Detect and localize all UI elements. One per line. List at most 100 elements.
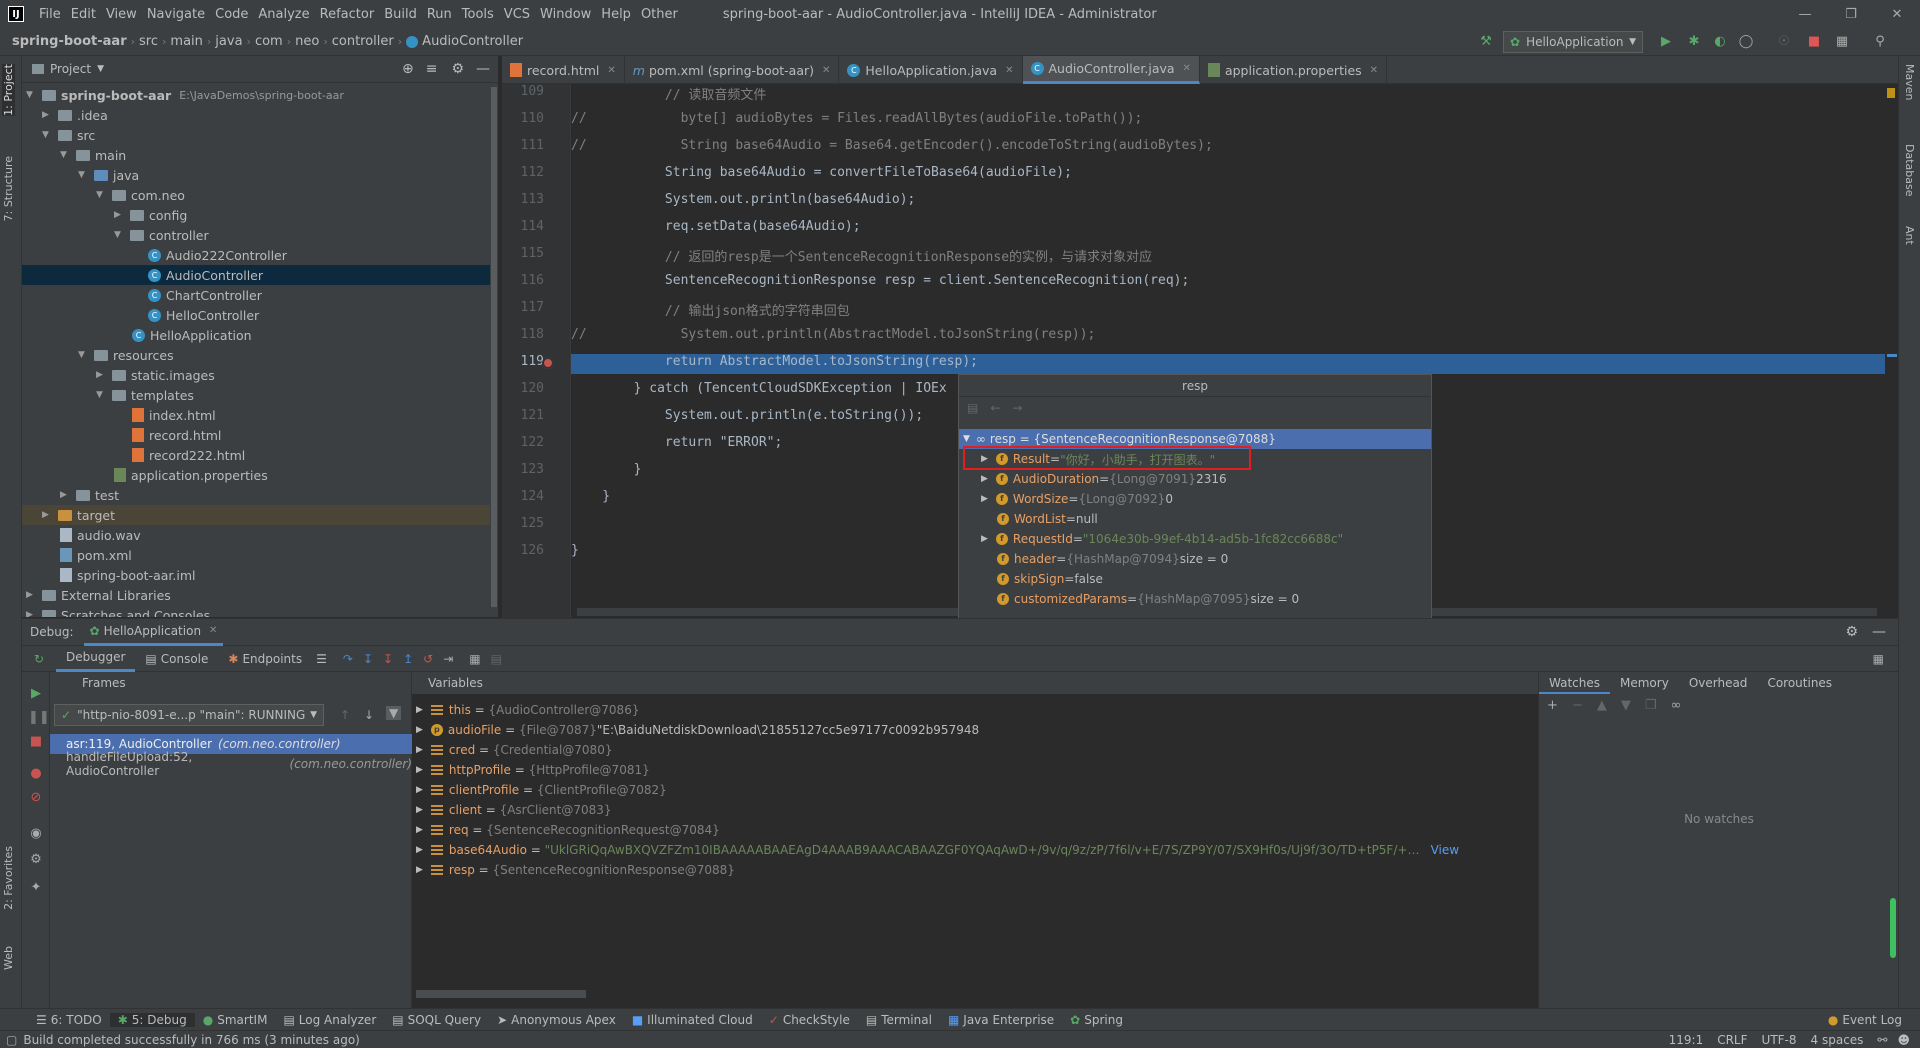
breadcrumb-com[interactable]: com [251, 34, 287, 49]
indent-setting[interactable]: 4 spaces [1811, 1033, 1864, 1047]
tree-item-resources[interactable]: ▼ resources [78, 345, 174, 365]
run-icon[interactable]: ▶ [1658, 33, 1674, 49]
popup-field-header[interactable]: f header = {HashMap@7094} size = 0 [959, 549, 1431, 569]
expand-arrow-icon[interactable]: ▶ [981, 494, 988, 504]
expand-arrow-icon[interactable]: ▶ [42, 110, 52, 120]
menu-view[interactable]: View [101, 7, 142, 22]
expand-arrow-icon[interactable]: ▶ [42, 510, 52, 520]
tab-structure-tool[interactable]: 7: Structure [2, 156, 15, 221]
popup-field-customizedparams[interactable]: f customizedParams = {HashMap@7095} size … [959, 589, 1431, 609]
tab-record-html[interactable]: record.html ✕ [502, 56, 625, 84]
close-tab-icon[interactable]: ✕ [822, 65, 830, 76]
breadcrumb-project[interactable]: spring-boot-aar [0, 34, 131, 49]
tree-item-target[interactable]: ▶ target [22, 505, 498, 525]
tab-database-tool[interactable]: Database [1903, 144, 1916, 197]
expand-arrow-icon[interactable]: ▶ [96, 370, 106, 380]
variable-row-base64audio[interactable]: ▶ base64Audio = "UklGRiQqAwBXQVZFZm10IBAA… [416, 840, 1534, 860]
tab-endpoints[interactable]: ✱ Endpoints [218, 646, 312, 672]
expand-arrow-icon[interactable]: ▼ [96, 190, 106, 200]
locate-icon[interactable]: ⊕ [402, 61, 414, 77]
restore-icon[interactable]: ❐ [1828, 0, 1874, 28]
popup-field-wordlist[interactable]: f WordList = null [959, 509, 1431, 529]
tree-item-audiocontroller[interactable]: C AudioController [22, 265, 498, 285]
tool-tab-java-enterprise[interactable]: ▦ Java Enterprise [940, 1013, 1062, 1027]
variable-row-clientprofile[interactable]: ▶ clientProfile = {ClientProfile@7082} [416, 780, 667, 800]
glasses-icon[interactable]: ∞ [1670, 698, 1681, 713]
stop-icon[interactable]: ■ [1806, 33, 1822, 49]
close-tab-icon[interactable]: ✕ [1183, 63, 1191, 74]
variable-row-resp[interactable]: ▶ resp = {SentenceRecognitionResponse@708… [416, 860, 735, 880]
tool-tab-log-analyzer[interactable]: ▤ Log Analyzer [275, 1013, 384, 1027]
status-panel-icon[interactable]: ▢ [6, 1033, 17, 1047]
variable-row-audiofile[interactable]: ▶ p audioFile = {File@7087} "E:\BaiduNetdi… [416, 720, 979, 740]
tree-item-scratches[interactable]: ▶ Scratches and Consoles [26, 605, 210, 617]
menu-analyze[interactable]: Analyze [253, 7, 314, 22]
tool-tab-illuminated-cloud[interactable]: ■ Illuminated Cloud [624, 1013, 761, 1027]
run-configuration-select[interactable]: ✿ HelloApplication ▼ [1503, 31, 1643, 53]
variable-row-req[interactable]: ▶ req = {SentenceRecognitionRequest@7084} [416, 820, 720, 840]
expand-arrow-icon[interactable]: ▶ [416, 725, 423, 735]
close-window-icon[interactable]: ✕ [1874, 0, 1920, 28]
tree-item-iml[interactable]: spring-boot-aar.iml [60, 565, 195, 585]
tab-audiocontroller[interactable]: C AudioController.java ✕ [1022, 56, 1200, 84]
copy-icon[interactable]: ❐ [1645, 698, 1657, 713]
move-down-icon[interactable]: ▼ [1621, 698, 1631, 713]
layout-icon[interactable]: ▦ [1873, 652, 1884, 666]
expand-arrow-icon[interactable]: ▼ [78, 170, 88, 180]
tool-tab-smartim[interactable]: ● SmartIM [195, 1013, 276, 1027]
menu-file[interactable]: File [34, 7, 66, 22]
tab-memory[interactable]: Memory [1610, 676, 1679, 690]
evaluate-expression-icon[interactable]: ▦ [469, 652, 480, 666]
breadcrumb-neo[interactable]: neo [291, 34, 323, 49]
expand-arrow-icon[interactable]: ▶ [416, 765, 423, 775]
profile-icon[interactable]: ◯ [1738, 33, 1754, 49]
menu-navigate[interactable]: Navigate [142, 7, 210, 22]
frame-row[interactable]: handleFileUpload:52, AudioController (co… [50, 750, 412, 778]
menu-window[interactable]: Window [535, 7, 596, 22]
breadcrumb-src[interactable]: src [135, 34, 162, 49]
expand-arrow-icon[interactable]: ▶ [416, 705, 423, 715]
tree-item-record222-html[interactable]: record222.html [132, 445, 245, 465]
debug-session-tab[interactable]: ✿ HelloApplication ✕ [83, 619, 224, 646]
tool-tab-soql[interactable]: ▤ SOQL Query [384, 1013, 489, 1027]
popup-field-wordsize[interactable]: ▶ f WordSize = {Long@7092} 0 [959, 489, 1431, 509]
remove-watch-icon[interactable]: − [1572, 698, 1583, 713]
tree-item-test[interactable]: ▶ test [60, 485, 119, 505]
next-thread-icon[interactable]: ↓ [364, 708, 374, 722]
camera-icon[interactable]: ◉ [28, 826, 44, 842]
menu-other[interactable]: Other [636, 7, 683, 22]
expand-arrow-icon[interactable]: ▶ [416, 865, 423, 875]
tree-item-audio-wav[interactable]: audio.wav [60, 525, 141, 545]
expand-arrow-icon[interactable]: ▶ [416, 785, 423, 795]
tree-item-templates[interactable]: ▼ templates [96, 385, 194, 405]
attach-icon[interactable]: ☉ [1776, 33, 1792, 49]
mute-breakpoints-icon[interactable]: ⊘ [28, 790, 44, 806]
expand-arrow-icon[interactable]: ▼ [114, 230, 124, 240]
breadcrumb-controller[interactable]: controller [328, 34, 398, 49]
pin-icon[interactable]: ✦ [28, 880, 44, 896]
tab-project-tool[interactable]: 1: Project [2, 64, 15, 116]
popup-new-watch-icon[interactable]: ▤ [967, 401, 978, 415]
view-breakpoints-icon[interactable]: ● [28, 766, 44, 782]
step-over-icon[interactable]: ↷ [343, 652, 353, 666]
breakpoint-icon[interactable] [542, 357, 554, 369]
tool-tab-checkstyle[interactable]: ✓ CheckStyle [761, 1013, 858, 1027]
editor-gutter[interactable]: 109 110 111 112 113 114 115 116 117 118 … [502, 84, 570, 618]
close-tab-icon[interactable]: ✕ [1005, 65, 1013, 76]
pause-icon[interactable]: ❚❚ [28, 710, 50, 726]
view-link[interactable]: View [1431, 843, 1459, 857]
project-structure-icon[interactable]: ▦ [1834, 33, 1850, 49]
tree-scrollbar[interactable] [490, 83, 498, 617]
warning-marker[interactable] [1887, 88, 1895, 98]
menu-lines-icon[interactable]: ☰ [316, 652, 327, 666]
menu-help[interactable]: Help [596, 7, 636, 22]
menu-edit[interactable]: Edit [66, 7, 101, 22]
build-hammer-icon[interactable]: ⚒ [1478, 33, 1494, 49]
tab-watches[interactable]: Watches [1539, 672, 1610, 694]
move-up-icon[interactable]: ▲ [1597, 698, 1607, 713]
expand-arrow-icon[interactable]: ▼ [96, 390, 106, 400]
variable-row-client[interactable]: ▶ client = {AsrClient@7083} [416, 800, 612, 820]
variable-row-this[interactable]: ▶ this = {AudioController@7086} [416, 700, 639, 720]
expand-arrow-icon[interactable]: ▼ [963, 434, 970, 444]
tree-item-application-properties[interactable]: application.properties [114, 465, 268, 485]
